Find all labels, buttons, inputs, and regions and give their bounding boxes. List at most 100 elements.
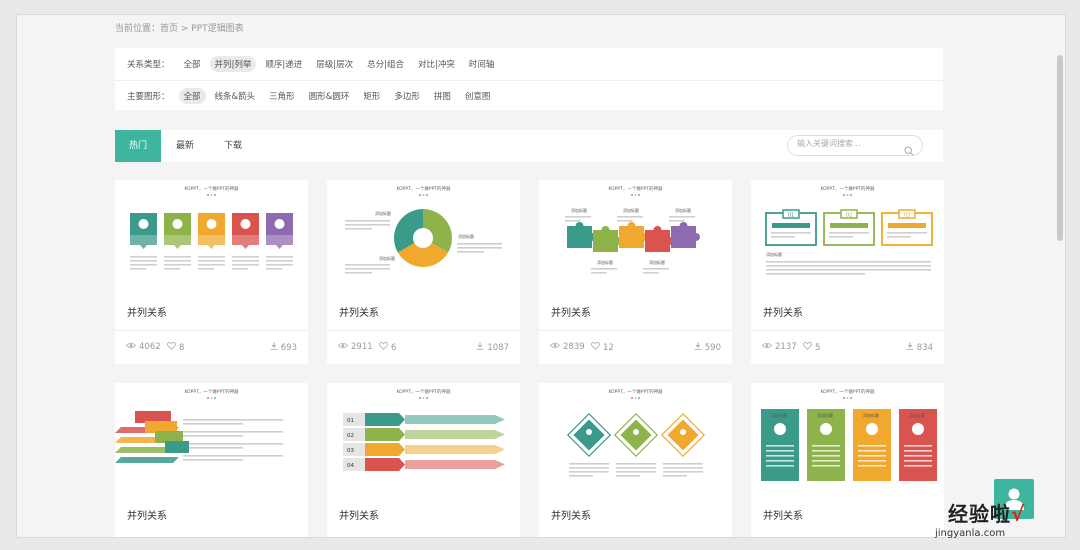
card-title[interactable]: 并列关系 [127,304,167,319]
template-card[interactable]: KOPPT，一个做PPT的神器 并列关系 4062 8 693 [115,180,308,364]
svg-text:01: 01 [788,213,794,219]
card-title[interactable]: 并列关系 [127,507,167,522]
svg-text:添加标题: 添加标题 [597,259,613,265]
like-count-value: 12 [603,342,614,353]
card-divider [539,330,732,331]
download-count-value: 693 [280,342,297,353]
shape-filter-row: 主要图形： 全部 线条&箭头 三角形 圆形&圆环 矩形 多边形 拼图 创意图 [127,87,499,105]
heart-icon [591,342,603,353]
watermark-logo: 经验啦√ [948,498,1025,527]
template-card[interactable]: KOPPT，一个做PPT的神器并列关系 [115,383,308,537]
card-title[interactable]: 并列关系 [551,304,591,319]
like-count-value: 8 [179,342,185,353]
like-count: 12 [591,342,614,353]
eye-icon [549,342,563,352]
svg-text:添加标题: 添加标题 [375,210,391,216]
eye-icon [761,342,775,352]
scrollbar-thumb[interactable] [1057,55,1063,241]
like-count-value: 5 [815,342,821,353]
svg-text:02: 02 [846,213,852,219]
relation-option-contrast[interactable]: 对比|冲突 [413,56,460,72]
download-count[interactable]: 834 [906,342,933,353]
template-card[interactable]: KOPPT，一个做PPT的神器 01 02 03 04 并列关系 [327,383,520,537]
template-thumbnail[interactable]: KOPPT，一个做PPT的神器 01 02 03 添加标题 [751,180,944,292]
filter-divider [115,80,943,81]
view-count: 2911 [337,342,373,352]
shape-option-puzzle[interactable]: 拼图 [429,88,456,104]
card-divider [115,330,308,331]
svg-text:添加标题: 添加标题 [771,412,787,418]
relation-option-sequence[interactable]: 顺序|递进 [260,56,307,72]
search-icon[interactable] [904,141,914,160]
search-input[interactable] [797,139,897,148]
eye-icon [125,342,139,352]
relation-option-hierarchy[interactable]: 层级|层次 [311,56,358,72]
svg-text:KOPPT，一个做PPT的神器: KOPPT，一个做PPT的神器 [820,185,875,192]
svg-text:03: 03 [904,213,910,219]
shape-option-creative[interactable]: 创意图 [460,88,496,104]
svg-text:添加标题: 添加标题 [766,251,782,257]
shape-option-polygon[interactable]: 多边形 [389,88,425,104]
watermark-check: √ [1011,502,1026,526]
breadcrumb: 当前位置：首页 > PPT逻辑图表 [115,24,244,34]
download-count[interactable]: 693 [270,342,297,353]
tab-downloads[interactable]: 下载 [213,130,253,162]
shape-option-circle[interactable]: 圆形&圆环 [304,88,355,104]
card-title[interactable]: 并列关系 [551,507,591,522]
template-card[interactable]: KOPPT，一个做PPT的神器 添加标题 添加标题 添加标题 添加标题 添加标题 并列关系 2… [539,180,732,364]
svg-text:KOPPT，一个做PPT的神器: KOPPT，一个做PPT的神器 [820,388,875,395]
svg-text:添加标题: 添加标题 [379,255,395,261]
tab-hot[interactable]: 热门 [115,130,161,162]
template-card[interactable]: KOPPT，一个做PPT的神器并列关系 [539,383,732,537]
template-thumbnail[interactable]: KOPPT，一个做PPT的神器 [539,383,732,495]
download-count-value: 590 [704,342,721,353]
svg-text:04: 04 [347,463,354,469]
svg-text:03: 03 [347,448,354,454]
svg-text:添加标题: 添加标题 [649,259,665,265]
card-title[interactable]: 并列关系 [339,304,379,319]
download-count-value: 834 [916,342,933,353]
template-thumbnail[interactable]: KOPPT，一个做PPT的神器添加标题添加标题添加标题 [327,180,520,292]
template-thumbnail[interactable]: KOPPT，一个做PPT的神器添加标题 添加标题 添加标题 添加标题 [751,383,944,495]
template-thumbnail[interactable]: KOPPT，一个做PPT的神器 [115,383,308,495]
card-title[interactable]: 并列关系 [339,507,379,522]
watermark-url: jingyanla.com [935,528,1006,539]
relation-option-all[interactable]: 全部 [179,56,206,72]
view-count: 2839 [549,342,585,352]
relation-filter-row: 关系类型： 全部 并列|列举 顺序|递进 层级|层次 总分|组合 对比|冲突 时… [127,55,503,73]
template-thumbnail[interactable]: KOPPT，一个做PPT的神器添加标题添加标题添加标题添加标题添加标题 [539,180,732,292]
sort-tabbar: 热门 最新 下载 [115,130,943,162]
heart-icon [803,342,815,353]
relation-option-timeline[interactable]: 时间轴 [464,56,500,72]
relation-option-combination[interactable]: 总分|组合 [362,56,409,72]
browser-window: 当前位置：首页 > PPT逻辑图表 关系类型： 全部 并列|列举 顺序|递进 层… [16,14,1066,538]
shape-option-triangle[interactable]: 三角形 [264,88,300,104]
svg-text:01: 01 [347,418,354,424]
card-title[interactable]: 并列关系 [763,304,803,319]
template-thumbnail[interactable]: KOPPT，一个做PPT的神器 [115,180,308,292]
shape-option-all[interactable]: 全部 [178,88,206,104]
like-count: 8 [167,342,184,353]
relation-option-parallel[interactable]: 并列|列举 [209,56,257,72]
watermark-text: 经验啦 [948,502,1011,526]
search-box [787,135,923,156]
template-thumbnail[interactable]: KOPPT，一个做PPT的神器 01 02 03 04 [327,383,520,495]
svg-text:添加标题: 添加标题 [571,207,587,213]
download-icon [270,342,281,353]
like-count-value: 6 [391,342,397,353]
relation-filter-label: 关系类型： [127,60,170,70]
card-title[interactable]: 并列关系 [763,507,803,522]
template-card[interactable]: KOPPT，一个做PPT的神器 01 02 03 添加标题 并列关系 2137 5 834 [751,180,944,364]
svg-text:KOPPT，一个做PPT的神器: KOPPT，一个做PPT的神器 [396,185,451,192]
download-count[interactable]: 590 [694,342,721,353]
tab-newest[interactable]: 最新 [165,130,205,162]
svg-text:02: 02 [347,433,354,439]
shape-option-lines-arrows[interactable]: 线条&箭头 [210,88,261,104]
svg-text:添加标题: 添加标题 [817,412,833,418]
download-count[interactable]: 1087 [476,342,509,353]
template-card[interactable]: KOPPT，一个做PPT的神器 添加标题 添加标题 添加标题 添加标题 并列关系 [751,383,944,537]
like-count: 6 [379,342,396,353]
template-card[interactable]: KOPPT，一个做PPT的神器 添加标题 添加标题 添加标题 并列关系 2911 6 1087 [327,180,520,364]
shape-option-rectangle[interactable]: 矩形 [358,88,385,104]
svg-text:KOPPT，一个做PPT的神器: KOPPT，一个做PPT的神器 [396,388,451,395]
